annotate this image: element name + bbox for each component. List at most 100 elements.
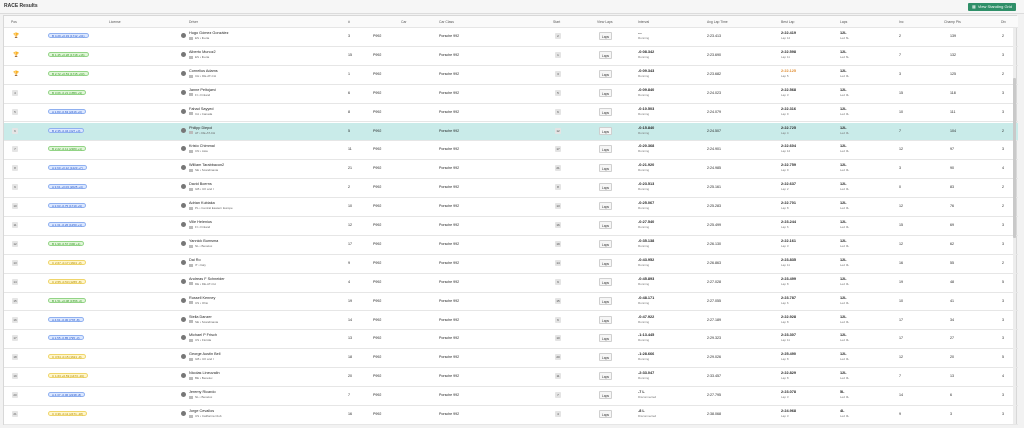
flag-icon (189, 414, 193, 418)
status-text: Running (638, 281, 650, 286)
table-row[interactable]: 11 A 1.31 -0.26 (1250 +1) Ville Helenius… (4, 217, 1018, 236)
table-row[interactable]: 10 A 2.93 -0.75 (1719 +9) Adrian Kubiaka… (4, 198, 1018, 217)
table-row[interactable]: 🏆 B 4.29 +0.33 (1712 +61) Hugo Gómez Gon… (4, 28, 1018, 47)
driver-name[interactable]: Adrian Kubiaka (189, 201, 233, 205)
table-row[interactable]: 21 C 3.36 -0.11 (2471 -18) Jorge Cevallo… (4, 406, 1018, 425)
col-start[interactable]: Start (553, 20, 560, 24)
table-row[interactable]: 18 C 3.54 -0.15 (1621 -9) George Austin … (4, 349, 1018, 369)
table-row[interactable]: 14 C 2.55 -0.53 (1265 -8) Andreas F Schn… (4, 274, 1018, 293)
laps-count: 12L (840, 106, 847, 111)
driver-name[interactable]: Fahad Sayyed (189, 107, 214, 111)
table-row[interactable]: 5 A 1.83 -0.63 (2416 +0) Fahad Sayyed CA… (4, 104, 1018, 123)
col-interval[interactable]: Interval (638, 20, 649, 24)
driver-name[interactable]: Hugo Gómez González (189, 31, 228, 35)
driver-name[interactable]: Jorge Cevallos (189, 409, 222, 413)
view-laps-button[interactable]: Laps (599, 50, 612, 59)
interval-cell: -0:47.922 Running (638, 315, 654, 324)
vertical-scrollbar[interactable] (1013, 28, 1016, 424)
table-row[interactable]: 9 A 3.61 +0.03 (2025 +4) David Boerns GB… (4, 179, 1018, 199)
col-view-laps[interactable]: View Laps (597, 20, 613, 24)
col-best-lap[interactable]: Best Lap (781, 20, 794, 24)
champ-points: 41 (950, 298, 954, 303)
view-laps-button[interactable]: Laps (599, 334, 612, 343)
driver-name[interactable]: Russell Kenney (189, 296, 215, 300)
view-laps-button[interactable]: Laps (599, 32, 612, 40)
view-laps-button[interactable]: Laps (599, 258, 612, 267)
driver-name[interactable]: Yannick Bumsma (189, 239, 218, 243)
driver-name[interactable]: David Boerns (189, 182, 214, 186)
table-row[interactable]: 16 A 4.61 -0.30 (778 -8) Stella Danzer S… (4, 312, 1018, 331)
driver-name[interactable]: Jeremy Ricardo (189, 390, 216, 394)
driver-name[interactable]: William Tarabbacon2 (189, 163, 224, 167)
position-badge: 16 (12, 316, 18, 323)
col-inc[interactable]: Inc (899, 20, 904, 24)
col-num[interactable]: # (348, 20, 350, 24)
view-laps-button[interactable]: Laps (599, 221, 612, 229)
view-laps-button[interactable]: Laps (599, 315, 612, 324)
table-row[interactable]: 20 A 4.37 -0.06 (2238 -8) Jeremy Ricardo… (4, 387, 1018, 406)
col-avg-lap[interactable]: Avg Lap Time (707, 20, 728, 24)
best-lap-number: Lap 8 (781, 376, 789, 381)
car: P992 (373, 34, 382, 38)
table-row[interactable]: 🏆 B 1.45 +0.28 (1718 +16) Alberto Munoz2… (4, 47, 1018, 66)
incidents: 3 (899, 166, 901, 171)
view-laps-button[interactable]: Laps (599, 107, 612, 116)
view-laps-button[interactable]: Laps (599, 296, 612, 305)
view-laps-button[interactable]: Laps (599, 372, 612, 381)
view-standing-grid-button[interactable]: ▦ View Standing Grid (968, 3, 1016, 11)
scrollbar-thumb[interactable] (1013, 78, 1016, 238)
col-pos[interactable]: Pos (11, 20, 17, 24)
col-champ-pts[interactable]: Champ Pts (944, 20, 961, 24)
table-row[interactable]: 8 A 2.60 +0.12 (1423 +7) William Tarabba… (4, 160, 1018, 180)
position-badge: 19 (12, 373, 18, 380)
driver-name[interactable]: Alberto Munoz2 (189, 50, 216, 54)
table-row[interactable]: 17 A 1.55 -0.85 (795 -3) Michael P Frisc… (4, 330, 1018, 350)
driver-name[interactable]: George Austin Bell (189, 352, 220, 356)
driver-name[interactable]: Stella Danzer (189, 315, 218, 319)
driver-name[interactable]: Kristo Chimmal (189, 144, 215, 148)
table-row[interactable]: 19 C 1.63 +0.59 (1473 -16) Nicolas Lineu… (4, 368, 1018, 388)
col-car-class[interactable]: Car Class (439, 20, 454, 24)
laps-count: 12L (840, 87, 847, 92)
view-laps-button[interactable]: Laps (599, 88, 612, 97)
view-laps-button[interactable]: Laps (599, 410, 612, 418)
col-license[interactable]: License (109, 20, 121, 24)
driver-name[interactable]: Nicolas Lineuvalin (189, 371, 220, 375)
car-number: 3 (348, 34, 350, 38)
view-laps-button[interactable]: Laps (599, 164, 612, 173)
view-laps-button[interactable]: Laps (599, 277, 612, 286)
car: P992 (373, 298, 382, 303)
avatar (181, 222, 186, 227)
driver-name[interactable]: Michael P Frisch (189, 333, 217, 337)
table-row[interactable]: 4 B 3.06 -0.21 (1856 +9) Janne Peltojarv… (4, 85, 1018, 104)
col-car[interactable]: Car (401, 20, 406, 24)
table-row[interactable]: 13 C 2.67 -0.17 (1601 -3) Dai Ro IT • It… (4, 255, 1018, 274)
avg-lap-time: 2:24.901 (707, 147, 721, 152)
table-row[interactable]: 15 B 1.51 +0.08 (1556 -2) Russell Kenney… (4, 293, 1018, 312)
view-laps-button[interactable]: Laps (599, 145, 612, 154)
division: 3 (1002, 147, 1004, 152)
driver-name[interactable]: Janne Peltojarvi (189, 88, 216, 92)
division: 3 (1002, 109, 1004, 114)
view-laps-button[interactable]: Laps (599, 239, 612, 248)
interval-cell: -0:09.343 Running (638, 69, 654, 78)
table-row[interactable]: 7 B 2.22 -0.11 (2380 +1) Kristo Chimmal … (4, 141, 1018, 161)
view-laps-button[interactable]: Laps (599, 202, 612, 211)
driver-name[interactable]: Philipp Diepol (189, 126, 215, 130)
table-row[interactable]: 12 B 1.99 -0.57 (990 +1) Yannick Bumsma … (4, 236, 1018, 255)
view-laps-button[interactable]: Laps (599, 126, 612, 135)
col-div[interactable]: Div (1001, 20, 1006, 24)
car: P992 (373, 355, 382, 360)
driver-name[interactable]: Dai Ro (189, 258, 206, 262)
driver-name[interactable]: Cornelius Adams (189, 69, 218, 73)
driver-name[interactable]: Andreas F Schneider (189, 277, 225, 281)
view-laps-button[interactable]: Laps (599, 353, 612, 362)
view-laps-button[interactable]: Laps (599, 69, 612, 78)
table-row[interactable]: 🏆 B 2.72 +0.53 (1715 +63) Cornelius Adam… (4, 66, 1018, 85)
driver-name[interactable]: Ville Helenius (189, 220, 212, 224)
table-row[interactable]: 6 B 2.35 -0.04 (327 +0) Philipp Diepol A… (4, 122, 1018, 142)
view-laps-button[interactable]: Laps (599, 183, 612, 192)
view-laps-button[interactable]: Laps (599, 391, 612, 400)
col-driver[interactable]: Driver (189, 20, 198, 24)
col-laps[interactable]: Laps (840, 20, 847, 24)
